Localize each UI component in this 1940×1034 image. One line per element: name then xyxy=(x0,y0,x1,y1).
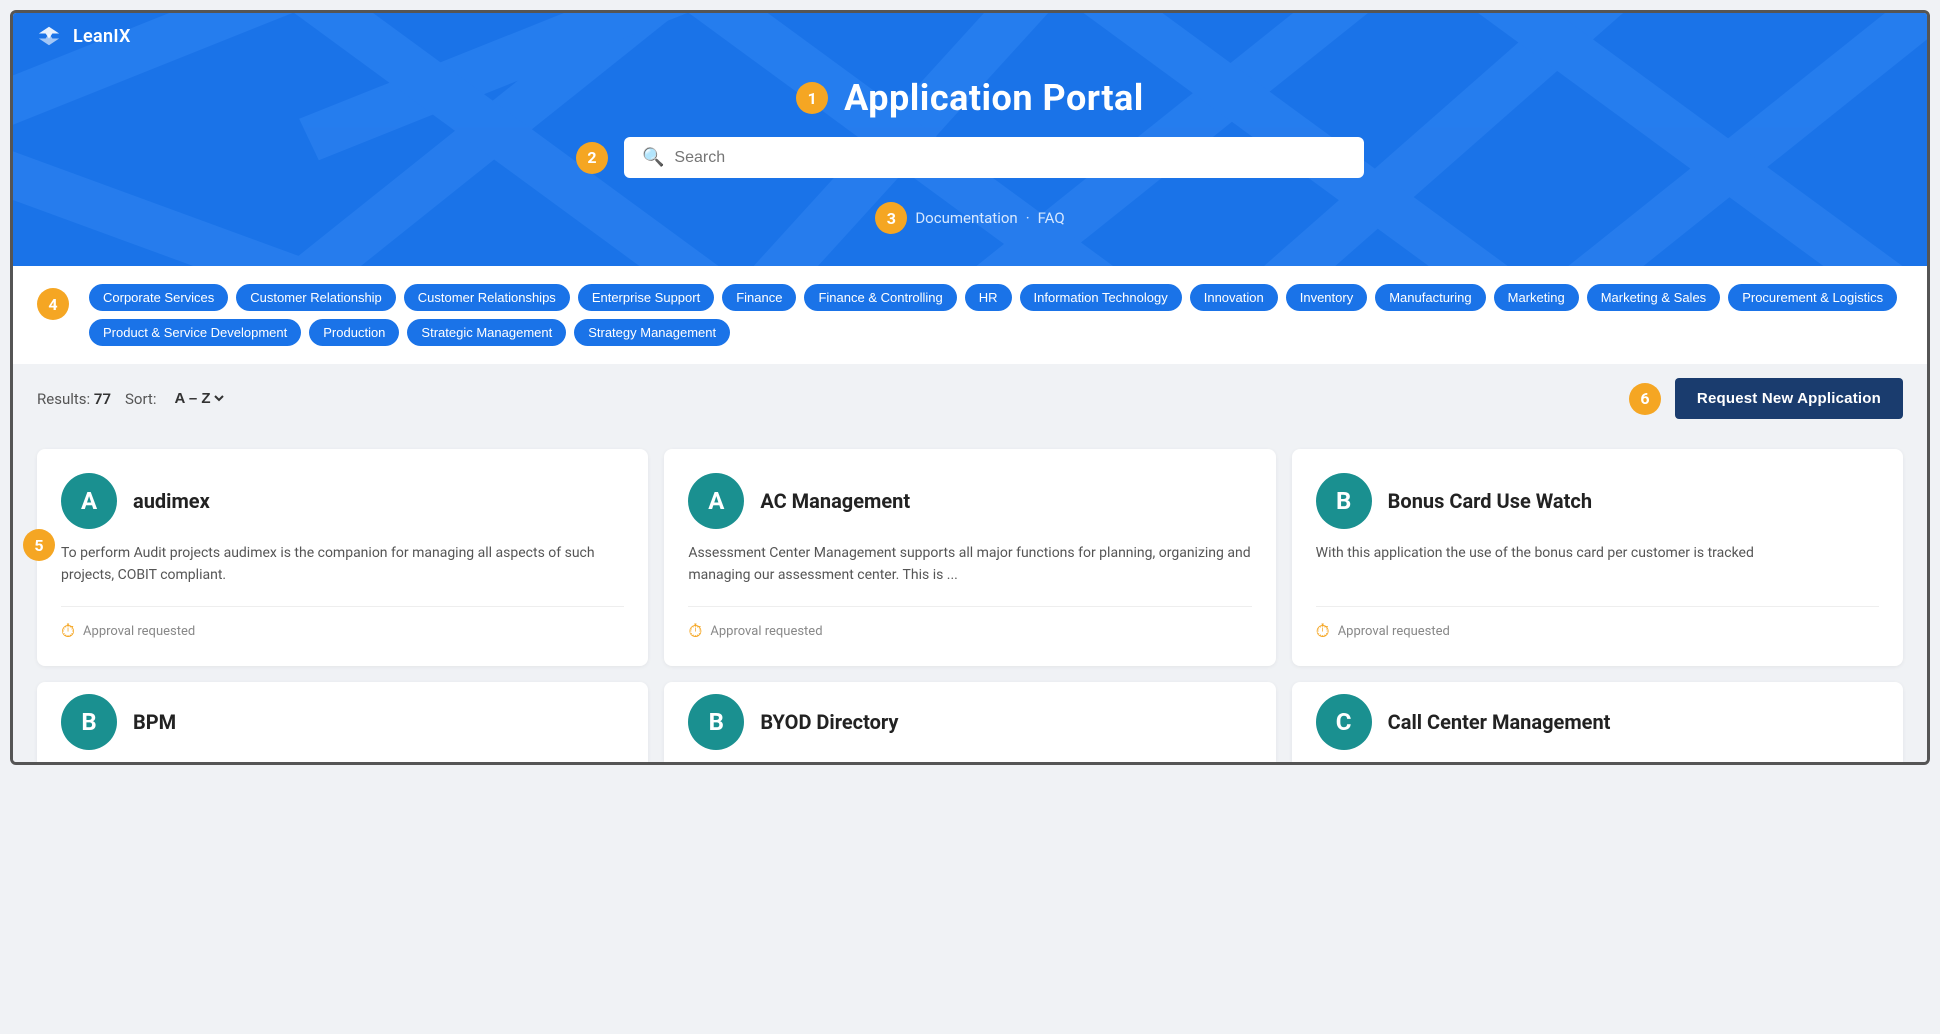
app-name: Bonus Card Use Watch xyxy=(1388,489,1592,513)
nav-badge-wrapper: 3 Documentation · FAQ xyxy=(875,202,1064,234)
nav-links: 3 Documentation · FAQ xyxy=(13,194,1927,246)
cards-row-1: A audimex To perform Audit projects audi… xyxy=(37,449,1903,666)
filter-chip[interactable]: Product & Service Development xyxy=(89,319,301,346)
cards-area: 5 A audimex To perform Audit projects au… xyxy=(37,449,1903,762)
app-card-partial[interactable]: C Call Center Management xyxy=(1292,682,1903,762)
app-card[interactable]: A AC Management Assessment Center Manage… xyxy=(664,449,1275,666)
header: LeanIX 1 Application Portal 2 🔍 3 xyxy=(13,13,1927,266)
page-frame: LeanIX 1 Application Portal 2 🔍 3 xyxy=(10,10,1930,765)
results-bar: Results: 77 Sort: A – Z Z – A 6 Request … xyxy=(13,364,1927,433)
card-description: With this application the use of the bon… xyxy=(1316,543,1879,586)
card-header: A audimex xyxy=(61,473,624,529)
filter-chip[interactable]: Innovation xyxy=(1190,284,1278,311)
page-title: Application Portal xyxy=(844,77,1144,119)
cards-section: 5 A audimex To perform Audit projects au… xyxy=(13,433,1927,762)
app-card-partial[interactable]: B BPM xyxy=(37,682,648,762)
approval-icon: ⏱ xyxy=(61,621,75,642)
request-new-application-button[interactable]: Request New Application xyxy=(1675,378,1903,419)
app-avatar: B xyxy=(1316,473,1372,529)
filter-chip[interactable]: Marketing & Sales xyxy=(1587,284,1721,311)
filter-chip[interactable]: Procurement & Logistics xyxy=(1728,284,1897,311)
filter-chip[interactable]: Enterprise Support xyxy=(578,284,714,311)
filter-chip[interactable]: Inventory xyxy=(1286,284,1367,311)
results-right: 6 Request New Application xyxy=(1629,378,1903,419)
card-header: B Bonus Card Use Watch xyxy=(1316,473,1879,529)
approval-status: Approval requested xyxy=(1338,624,1450,639)
card-description: To perform Audit projects audimex is the… xyxy=(61,543,624,586)
nav-faq[interactable]: FAQ xyxy=(1038,209,1065,227)
app-name: Call Center Management xyxy=(1388,710,1611,734)
app-card[interactable]: A audimex To perform Audit projects audi… xyxy=(37,449,648,666)
app-name: audimex xyxy=(133,489,210,513)
badge-6: 6 xyxy=(1629,383,1661,415)
badge-5: 5 xyxy=(23,529,55,561)
app-avatar: A xyxy=(688,473,744,529)
filter-chip[interactable]: Finance & Controlling xyxy=(804,284,956,311)
sort-label: Sort: xyxy=(125,390,156,408)
filter-chip[interactable]: Production xyxy=(309,319,399,346)
nav-documentation[interactable]: Documentation xyxy=(915,209,1017,227)
card-footer: ⏱ Approval requested xyxy=(688,606,1251,642)
badge-1: 1 xyxy=(796,82,828,114)
approval-status: Approval requested xyxy=(710,624,822,639)
app-name: BYOD Directory xyxy=(760,710,898,734)
card-footer: ⏱ Approval requested xyxy=(1316,606,1879,642)
nav-separator: · xyxy=(1026,209,1030,227)
logo-text: LeanIX xyxy=(73,26,131,47)
filters-badge-wrapper: 4 Corporate Services Customer Relationshi… xyxy=(37,284,1903,346)
leanix-logo-icon xyxy=(33,25,65,47)
badge-4: 4 xyxy=(37,288,69,320)
search-icon: 🔍 xyxy=(642,147,664,168)
app-avatar: C xyxy=(1316,694,1372,750)
app-card-partial[interactable]: B BYOD Directory xyxy=(664,682,1275,762)
app-name: BPM xyxy=(133,710,176,734)
filter-chip[interactable]: Strategy Management xyxy=(574,319,730,346)
logo-area: LeanIX xyxy=(33,25,131,47)
filter-chip[interactable]: Manufacturing xyxy=(1375,284,1485,311)
approval-icon: ⏱ xyxy=(1316,621,1330,642)
sort-select[interactable]: A – Z Z – A xyxy=(170,389,227,408)
filter-chip[interactable]: Marketing xyxy=(1494,284,1579,311)
approval-icon: ⏱ xyxy=(688,621,702,642)
filter-chip[interactable]: HR xyxy=(965,284,1012,311)
header-top-bar: LeanIX xyxy=(13,13,1927,59)
badge-2: 2 xyxy=(576,142,608,174)
app-name: AC Management xyxy=(760,489,910,513)
search-input[interactable] xyxy=(674,149,1346,167)
search-section: 2 🔍 xyxy=(13,127,1927,194)
header-title-section: 1 Application Portal xyxy=(13,59,1927,127)
card-header: A AC Management xyxy=(688,473,1251,529)
filter-chip[interactable]: Customer Relationship xyxy=(236,284,396,311)
badge-3: 3 xyxy=(875,202,907,234)
filters-bar: 4 Corporate Services Customer Relationshi… xyxy=(13,266,1927,364)
cards-row-partial: B BPM B BYOD Directory C Call Center Man… xyxy=(37,682,1903,762)
filter-chip[interactable]: Strategic Management xyxy=(407,319,566,346)
app-avatar: A xyxy=(61,473,117,529)
approval-status: Approval requested xyxy=(83,624,195,639)
header-content: LeanIX 1 Application Portal 2 🔍 3 xyxy=(13,13,1927,246)
filter-chip[interactable]: Customer Relationships xyxy=(404,284,570,311)
search-box: 🔍 xyxy=(624,137,1364,178)
app-avatar: B xyxy=(61,694,117,750)
filters-content: Corporate Services Customer Relationship C… xyxy=(89,284,1903,346)
results-label: Results: 77 xyxy=(37,390,111,408)
card-footer: ⏱ Approval requested xyxy=(61,606,624,642)
results-left: Results: 77 Sort: A – Z Z – A xyxy=(37,389,227,408)
app-avatar: B xyxy=(688,694,744,750)
filter-chip[interactable]: Corporate Services xyxy=(89,284,228,311)
filter-chip[interactable]: Information Technology xyxy=(1020,284,1182,311)
card-description: Assessment Center Management supports al… xyxy=(688,543,1251,586)
filter-chip[interactable]: Finance xyxy=(722,284,796,311)
app-card[interactable]: B Bonus Card Use Watch With this applica… xyxy=(1292,449,1903,666)
results-count: 77 xyxy=(94,390,111,408)
